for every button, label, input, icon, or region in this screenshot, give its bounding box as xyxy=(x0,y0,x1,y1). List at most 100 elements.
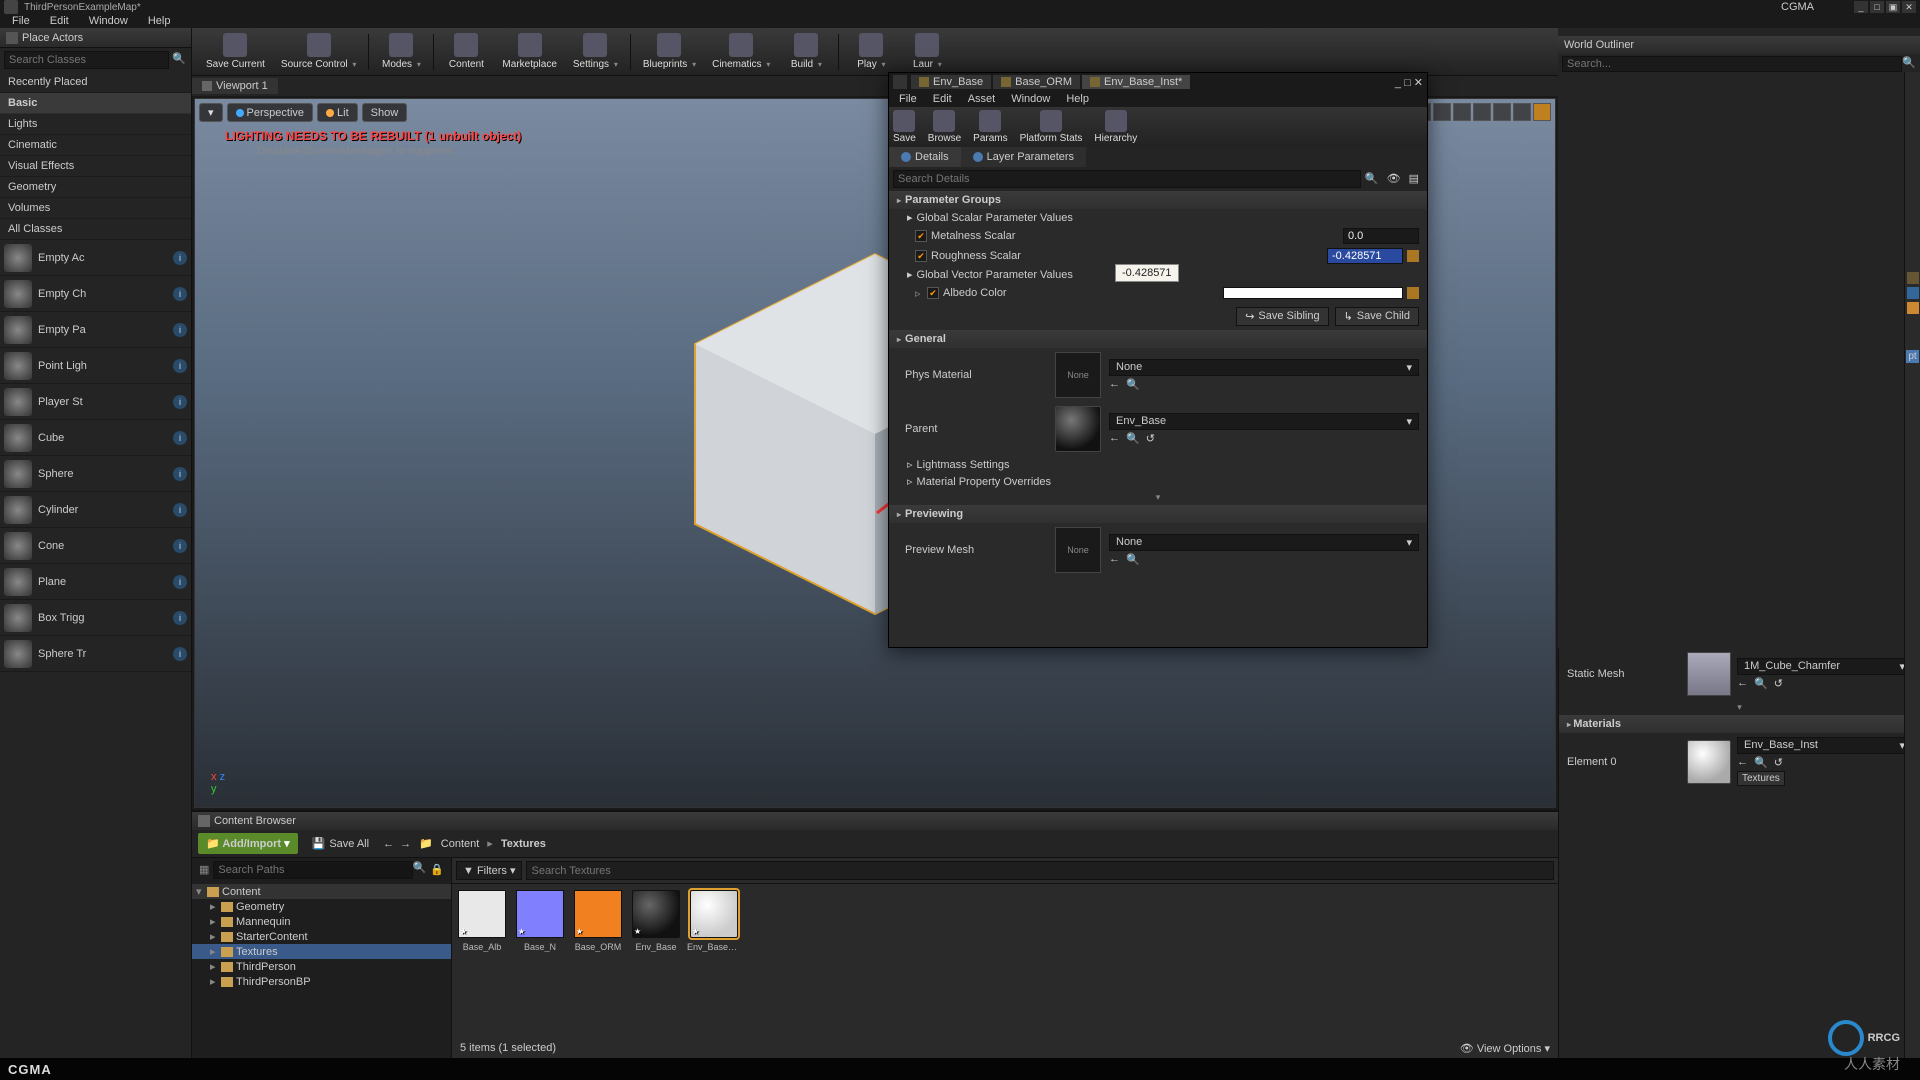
tree-item-content[interactable]: ▾Content xyxy=(192,884,451,899)
outliner-search[interactable] xyxy=(1562,56,1902,72)
textures-chip[interactable]: Textures xyxy=(1737,771,1785,786)
info-icon[interactable]: i xyxy=(173,287,187,301)
parent-dropdown[interactable]: Env_Base▾ xyxy=(1109,413,1419,430)
use-selected-icon[interactable]: ← xyxy=(1109,432,1120,445)
toolbar-settings[interactable]: Settings ▾ xyxy=(565,29,626,75)
toolbar-marketplace[interactable]: Marketplace xyxy=(494,29,564,75)
expand-icon[interactable]: ▸ xyxy=(210,960,218,973)
section-previewing[interactable]: ▸Previewing xyxy=(889,505,1427,523)
save-child-button[interactable]: ↳ Save Child xyxy=(1335,307,1419,326)
expand-icon[interactable]: ▸ xyxy=(210,930,218,943)
me-tool-platform-stats[interactable]: Platform Stats xyxy=(1020,110,1083,144)
filters-button[interactable]: ▼ Filters ▾ xyxy=(456,861,522,880)
me-menu-asset[interactable]: Asset xyxy=(960,93,1004,105)
browse-icon[interactable]: 🔍 xyxy=(1126,378,1140,391)
static-mesh-dropdown[interactable]: 1M_Cube_Chamfer▾ xyxy=(1737,658,1912,675)
search-icon[interactable]: 🔍 xyxy=(413,861,427,879)
info-icon[interactable]: i xyxy=(173,395,187,409)
search-icon[interactable]: 🔍 xyxy=(1902,56,1916,72)
toolbar-save-current[interactable]: Save Current xyxy=(198,29,273,75)
actor-row[interactable]: Cylinderi xyxy=(0,492,191,528)
info-icon[interactable]: i xyxy=(173,323,187,337)
swatch-icon[interactable] xyxy=(1907,302,1919,314)
viewport-lit-button[interactable]: Lit xyxy=(317,103,358,122)
category-lights[interactable]: Lights xyxy=(0,114,191,135)
search-icon[interactable]: 🔍 xyxy=(171,52,187,68)
category-volumes[interactable]: Volumes xyxy=(0,198,191,219)
expand-icon[interactable]: ▸ xyxy=(210,915,218,928)
static-mesh-thumb[interactable] xyxy=(1687,652,1731,696)
tree-item-geometry[interactable]: ▸Geometry xyxy=(192,899,451,914)
section-general[interactable]: ▸General xyxy=(889,330,1427,348)
category-visual-effects[interactable]: Visual Effects xyxy=(0,156,191,177)
info-icon[interactable]: i xyxy=(173,575,187,589)
me-tab-1[interactable]: Base_ORM xyxy=(993,75,1080,89)
browse-icon[interactable]: 🔍 xyxy=(1754,756,1768,769)
reset-icon[interactable] xyxy=(1407,287,1419,299)
asset-base_orm[interactable]: ★Base_ORM xyxy=(574,890,622,952)
toolbar-modes[interactable]: Modes ▾ xyxy=(373,29,429,75)
reset-icon[interactable] xyxy=(1407,250,1419,262)
info-icon[interactable]: i xyxy=(173,503,187,517)
toolbar-laur[interactable]: Laur ▾ xyxy=(899,29,955,75)
preview-mesh-thumb[interactable]: None xyxy=(1055,527,1101,573)
category-recently-placed[interactable]: Recently Placed xyxy=(0,72,191,93)
phys-material-dropdown[interactable]: None▾ xyxy=(1109,359,1419,376)
actor-row[interactable]: Box Triggi xyxy=(0,600,191,636)
details-search[interactable] xyxy=(893,170,1361,188)
info-icon[interactable]: i xyxy=(173,539,187,553)
me-tab-0[interactable]: Env_Base xyxy=(911,75,991,89)
toolbar-build[interactable]: Build ▾ xyxy=(778,29,834,75)
actor-row[interactable]: Empty Aci xyxy=(0,240,191,276)
tree-item-thirdperson[interactable]: ▸ThirdPerson xyxy=(192,959,451,974)
viewport-show-button[interactable]: Show xyxy=(362,103,408,122)
category-geometry[interactable]: Geometry xyxy=(0,177,191,198)
asset-env_base_inst[interactable]: ★Env_Base_Inst xyxy=(690,890,738,952)
info-icon[interactable]: i xyxy=(173,359,187,373)
settings-icon[interactable]: ▤ xyxy=(1405,170,1423,188)
close-button[interactable]: ✕ xyxy=(1902,1,1916,13)
me-menu-help[interactable]: Help xyxy=(1058,93,1097,105)
camera-speed-button[interactable] xyxy=(1513,103,1531,121)
subwin-minimize[interactable]: _ xyxy=(1395,77,1401,89)
tree-item-startercontent[interactable]: ▸StarterContent xyxy=(192,929,451,944)
tree-item-textures[interactable]: ▸Textures xyxy=(192,944,451,959)
me-menu-window[interactable]: Window xyxy=(1003,93,1058,105)
eye-icon[interactable]: 👁 xyxy=(1383,170,1405,188)
actor-row[interactable]: Conei xyxy=(0,528,191,564)
viewport-tab[interactable]: Viewport 1 xyxy=(192,78,278,94)
actor-row[interactable]: Player Sti xyxy=(0,384,191,420)
viewport-perspective-button[interactable]: Perspective xyxy=(227,103,313,122)
preview-mesh-dropdown[interactable]: None▾ xyxy=(1109,534,1419,551)
lightmass-row[interactable]: ▹Lightmass Settings xyxy=(889,456,1427,473)
section-parameter-groups[interactable]: ▸Parameter Groups xyxy=(889,191,1427,209)
use-selected-icon[interactable]: ← xyxy=(1109,378,1120,391)
me-tool-browse[interactable]: Browse xyxy=(928,110,961,144)
actor-row[interactable]: Planei xyxy=(0,564,191,600)
material-property-row[interactable]: ▹Material Property Overrides xyxy=(889,473,1427,490)
me-tab-2[interactable]: Env_Base_Inst* xyxy=(1082,75,1190,89)
metalness-checkbox[interactable]: ✔ xyxy=(915,230,927,242)
albedo-checkbox[interactable]: ✔ xyxy=(927,287,939,299)
actor-row[interactable]: Point Lighi xyxy=(0,348,191,384)
tab-layer-parameters[interactable]: Layer Parameters xyxy=(961,147,1086,167)
reset-icon[interactable]: ↺ xyxy=(1774,677,1783,690)
subwin-close[interactable]: ✕ xyxy=(1414,77,1423,89)
add-import-button[interactable]: 📁 Add/Import ▾ xyxy=(198,833,298,854)
menu-file[interactable]: File xyxy=(2,15,40,27)
menu-edit[interactable]: Edit xyxy=(40,15,79,27)
browse-icon[interactable]: 🔍 xyxy=(1126,553,1140,566)
expand-icon[interactable]: ▾ xyxy=(889,490,1427,505)
lock-icon[interactable]: 🔒 xyxy=(426,861,448,879)
expand-icon[interactable]: ▸ xyxy=(210,945,218,958)
toolbar-source-control[interactable]: Source Control ▾ xyxy=(273,29,365,75)
asset-base_alb[interactable]: ★Base_Alb xyxy=(458,890,506,952)
snap-button[interactable] xyxy=(1493,103,1511,121)
browse-icon[interactable]: 🔍 xyxy=(1754,677,1768,690)
materials-section[interactable]: ▸ Materials xyxy=(1559,715,1920,733)
nav-forward-button[interactable]: → xyxy=(400,838,411,850)
parent-thumb[interactable] xyxy=(1055,406,1101,452)
element0-dropdown[interactable]: Env_Base_Inst▾ xyxy=(1737,737,1912,754)
asset-grid[interactable]: ★Base_Alb★Base_N★Base_ORM★Env_Base★Env_B… xyxy=(452,884,1558,1038)
element0-thumb[interactable] xyxy=(1687,740,1731,784)
